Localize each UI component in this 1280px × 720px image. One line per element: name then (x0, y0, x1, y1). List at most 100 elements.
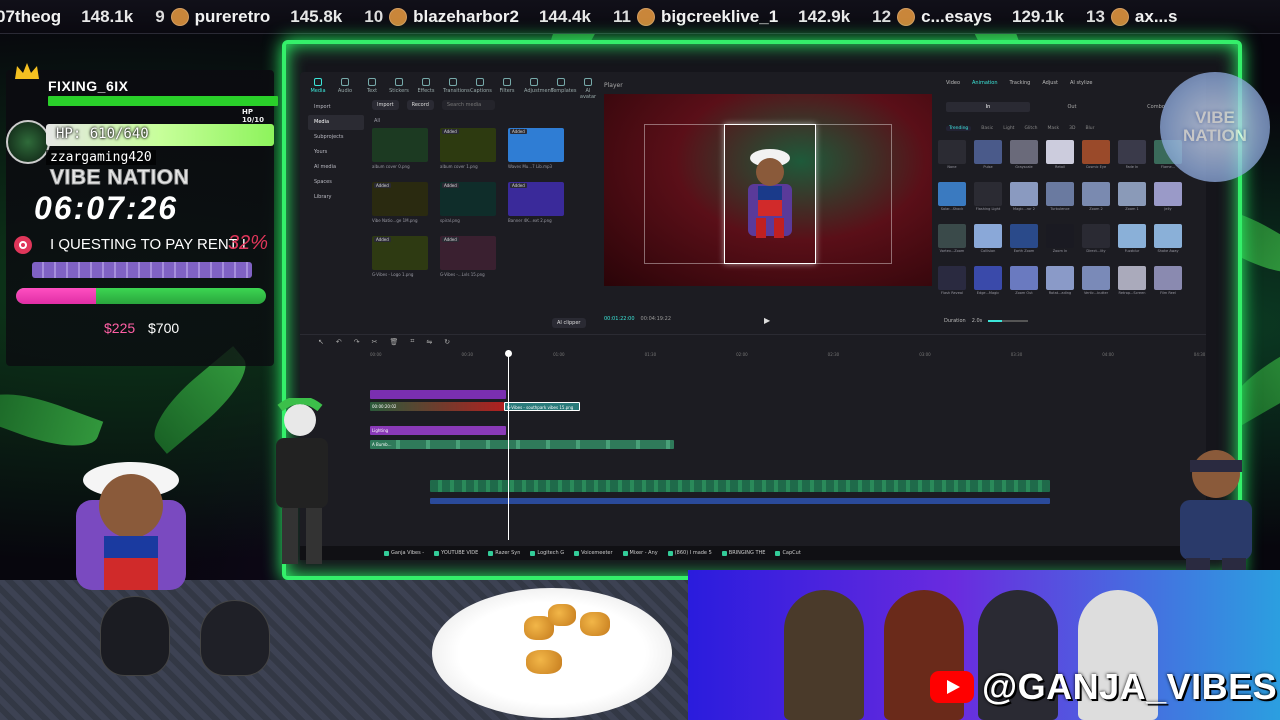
player-canvas[interactable] (604, 94, 932, 286)
animation-preset[interactable]: Fade In (1116, 140, 1148, 174)
animation-preset[interactable]: Turbulence (1044, 182, 1076, 216)
animation-preset[interactable]: Zoom In (1044, 224, 1076, 258)
taskbar-item[interactable]: Mixer - Any (622, 550, 658, 556)
properties-tab[interactable]: AI stylize (1070, 80, 1093, 86)
sidebar-item[interactable]: Yours (308, 145, 364, 160)
rotate-icon[interactable]: ↻ (444, 338, 450, 346)
category-tab[interactable]: Trending (946, 126, 972, 131)
media-tab[interactable]: Media (308, 78, 328, 100)
timeline-audio-track-2[interactable] (430, 498, 1050, 504)
split-icon[interactable]: ✂ (372, 338, 378, 346)
media-tab[interactable]: Audio (335, 78, 355, 100)
select-tool-icon[interactable]: ↖ (318, 338, 324, 346)
animation-preset[interactable]: Flash Reveal (936, 266, 968, 300)
crop-icon[interactable]: ⌗ (410, 337, 414, 346)
media-tile[interactable]: Added G-Vibes -...Lvls 15.png (440, 236, 500, 284)
taskbar-item[interactable]: (860) I made 5 (667, 550, 712, 556)
media-tile[interactable]: Added spiral.png (440, 182, 500, 230)
properties-tab[interactable]: Animation (972, 80, 998, 86)
media-tab[interactable]: Stickers (389, 78, 409, 100)
properties-tab[interactable]: Tracking (1010, 80, 1031, 86)
media-tab[interactable]: Transitions (443, 78, 470, 100)
search-input[interactable]: Search media (441, 100, 496, 110)
animation-preset[interactable]: Film Reel (1152, 266, 1184, 300)
delete-icon[interactable]: 🗑 (390, 338, 399, 346)
category-tab[interactable]: 3D (1069, 126, 1075, 131)
animation-preset[interactable]: Direct...lity (1080, 224, 1112, 258)
properties-tab[interactable]: Video (946, 80, 960, 86)
sidebar-item[interactable]: Spaces (308, 175, 364, 190)
inout-tab[interactable]: In (946, 102, 1030, 112)
media-tab[interactable]: AI avatar (578, 78, 598, 100)
media-tab[interactable]: Adjustment (524, 78, 553, 100)
media-tab[interactable]: Effects (416, 78, 436, 100)
animation-preset[interactable]: Vertic...butter (1080, 266, 1112, 300)
media-tab[interactable]: Filters (497, 78, 517, 100)
media-tile[interactable]: Added album cover 1.png (440, 128, 500, 176)
taskbar-item[interactable]: BRINGING THE (721, 550, 765, 556)
media-tile[interactable]: Added Banner 4K...ext 2.png (508, 182, 568, 230)
animation-preset[interactable]: Jelly (1152, 182, 1184, 216)
sidebar-item[interactable]: Library (308, 190, 364, 205)
play-button[interactable]: ▶ (764, 316, 770, 325)
sidebar-item[interactable]: Media (308, 115, 364, 130)
taskbar-item[interactable]: Razer Syn (488, 550, 520, 556)
playhead[interactable] (505, 350, 512, 540)
animation-preset[interactable]: Magic...ror 2 (1008, 182, 1040, 216)
sidebar-item[interactable]: Import (308, 100, 364, 115)
record-button[interactable]: Record (406, 100, 434, 110)
media-tab[interactable]: Text (362, 78, 382, 100)
animation-preset[interactable]: Rotat...ading (1044, 266, 1076, 300)
sidebar-item[interactable]: AI media (308, 160, 364, 175)
timeline-clip-lighting[interactable]: Lighting (370, 426, 506, 435)
animation-preset[interactable]: Grayscale (1008, 140, 1040, 174)
category-tab[interactable]: Glitch (1024, 126, 1037, 131)
media-tile[interactable]: Added Vibe Natio...ge 1M.png (372, 182, 432, 230)
sidebar-item[interactable]: Subprojects (308, 130, 364, 145)
animation-preset[interactable]: Pulse (972, 140, 1004, 174)
animation-preset[interactable]: Fuzzblur (1116, 224, 1148, 258)
category-tab[interactable]: Mask (1048, 126, 1060, 131)
animation-preset[interactable]: Solar...Shock (936, 182, 968, 216)
media-tile[interactable]: album cover 0.png (372, 128, 432, 176)
animation-preset[interactable]: Retrop...Screen (1116, 266, 1148, 300)
taskbar-item[interactable]: YOUTUBE VIDE (434, 550, 478, 556)
timeline-clip-bumps[interactable]: A Bumb... (370, 440, 674, 449)
animation-preset[interactable]: Zoom 2 (1080, 182, 1112, 216)
animation-preset[interactable]: None (936, 140, 968, 174)
animation-preset[interactable]: Edge...Magic (972, 266, 1004, 300)
media-tab[interactable]: Captions (470, 78, 492, 100)
inout-tab[interactable]: Out (1030, 102, 1114, 112)
animation-preset[interactable]: Cosmic Eye (1080, 140, 1112, 174)
taskbar-item[interactable]: CapCut (775, 550, 801, 556)
animation-preset[interactable]: Retail (1044, 140, 1076, 174)
taskbar-item[interactable]: Voicemeeter (574, 550, 613, 556)
import-button[interactable]: Import (372, 100, 399, 110)
timeline-clip-purple[interactable] (370, 390, 506, 399)
animation-preset[interactable]: Zoom Out (1008, 266, 1040, 300)
media-tab[interactable]: Templates (551, 78, 576, 100)
redo-icon[interactable]: ↷ (354, 338, 360, 346)
media-tile[interactable]: Added G-Vibes - Logo 1.png (372, 236, 432, 284)
ai-clipper-button[interactable]: AI clipper (552, 318, 586, 328)
taskbar-item[interactable]: Ganja Vibes - (384, 550, 424, 556)
properties-tab[interactable]: Adjust (1042, 80, 1058, 86)
category-tab[interactable]: Blur (1085, 126, 1094, 131)
duration-slider[interactable] (988, 320, 1029, 322)
animation-preset[interactable]: Zoom 1 (1116, 182, 1148, 216)
undo-icon[interactable]: ↶ (336, 338, 342, 346)
animation-preset[interactable]: Collision (972, 224, 1004, 258)
animation-preset[interactable]: Shake Away (1152, 224, 1184, 258)
category-tab[interactable]: Basic (981, 126, 993, 131)
category-tab[interactable]: Light (1003, 126, 1014, 131)
animation-preset[interactable]: Vortex...Zoom (936, 224, 968, 258)
taskbar-item[interactable]: Logitech G (530, 550, 564, 556)
media-tile[interactable]: Added Waves Mu...7 Lib.mp3 (508, 128, 568, 176)
animation-preset[interactable]: Flashing Light (972, 182, 1004, 216)
timeline-clip-video[interactable]: 00:00:20:02 (370, 402, 504, 411)
duration-value[interactable]: 2.0s (972, 318, 983, 324)
timeline-clip-selected[interactable]: G-Vibes - southpark vibes 15.png (504, 402, 580, 411)
animation-preset[interactable]: Earth Zoom (1008, 224, 1040, 258)
timeline-audio-track[interactable] (430, 480, 1050, 492)
mirror-icon[interactable]: ⇋ (426, 338, 432, 346)
